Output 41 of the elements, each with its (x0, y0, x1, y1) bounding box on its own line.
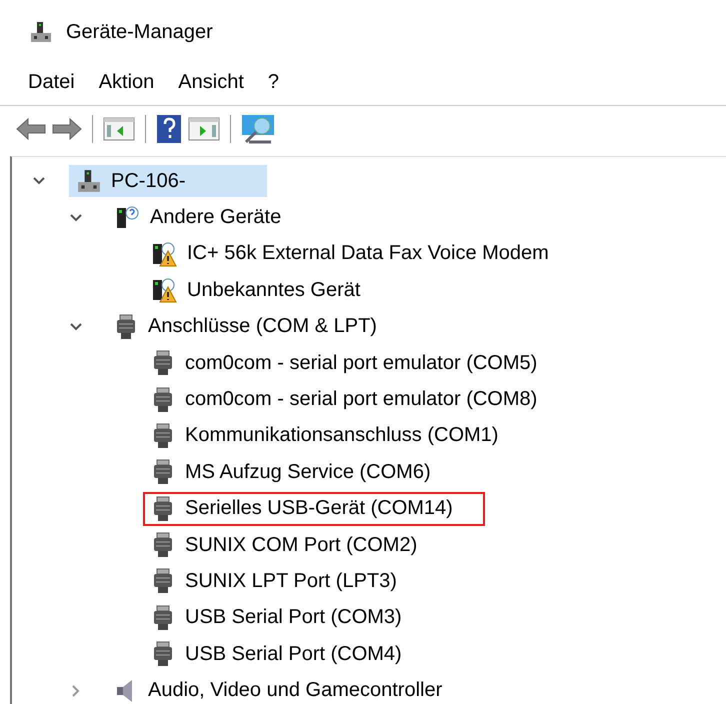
tree-item[interactable]: USB Serial Port (COM4) (143, 637, 410, 672)
tree-item[interactable]: IC+ 56k External Data Fax Voice Modem (143, 236, 557, 271)
port-icon (151, 459, 175, 486)
tree-item[interactable]: USB Serial Port (COM3) (143, 600, 410, 635)
monitor-search-icon[interactable] (241, 114, 275, 144)
port-icon (151, 386, 175, 413)
menu-item[interactable]: Ansicht (168, 67, 254, 97)
tree-item[interactable]: Anschlüsse (COM & LPT) (106, 310, 385, 344)
port-icon (151, 532, 175, 558)
menu-item[interactable]: Aktion (88, 67, 164, 97)
port-icon (114, 314, 138, 340)
menu-item[interactable]: ? (258, 67, 290, 97)
tree-item[interactable]: Kommunikationsanschluss (COM1) (143, 418, 506, 453)
unknown-device-icon (114, 204, 140, 231)
tree-item[interactable]: Audio, Video und Gamecontroller (106, 674, 450, 704)
computer-icon (77, 169, 101, 194)
port-icon (151, 422, 175, 449)
warning-device-icon (151, 240, 177, 267)
computer-icon (30, 21, 52, 43)
pane-left-icon[interactable] (103, 116, 135, 142)
menu-item[interactable]: Datei (18, 67, 85, 97)
window-title: Geräte-Manager (66, 20, 213, 44)
tree-item[interactable]: Unbekanntes Gerät (143, 273, 368, 308)
tree-item[interactable]: com0com - serial port emulator (COM5) (143, 346, 546, 380)
tree-item[interactable]: Serielles USB-Gerät (COM14) (143, 492, 485, 526)
warning-device-icon (151, 277, 177, 304)
tree-item[interactable]: SUNIX COM Port (COM2) (143, 528, 426, 562)
port-icon (151, 350, 175, 376)
port-icon (151, 568, 175, 594)
port-icon (151, 641, 175, 668)
forward-icon[interactable] (52, 117, 82, 141)
tree-item[interactable]: PC-106- (69, 165, 268, 198)
back-icon[interactable] (16, 117, 46, 141)
tree-item[interactable]: SUNIX LPT Port (LPT3) (143, 564, 405, 598)
port-icon (151, 496, 175, 522)
help-icon[interactable] (156, 114, 182, 144)
pane-right-icon[interactable] (188, 116, 220, 142)
port-icon (151, 604, 175, 631)
tree-item[interactable]: Andere Geräte (106, 200, 290, 235)
tree-item[interactable]: MS Aufzug Service (COM6) (143, 455, 439, 490)
tree-item[interactable]: com0com - serial port emulator (COM8) (143, 382, 546, 417)
